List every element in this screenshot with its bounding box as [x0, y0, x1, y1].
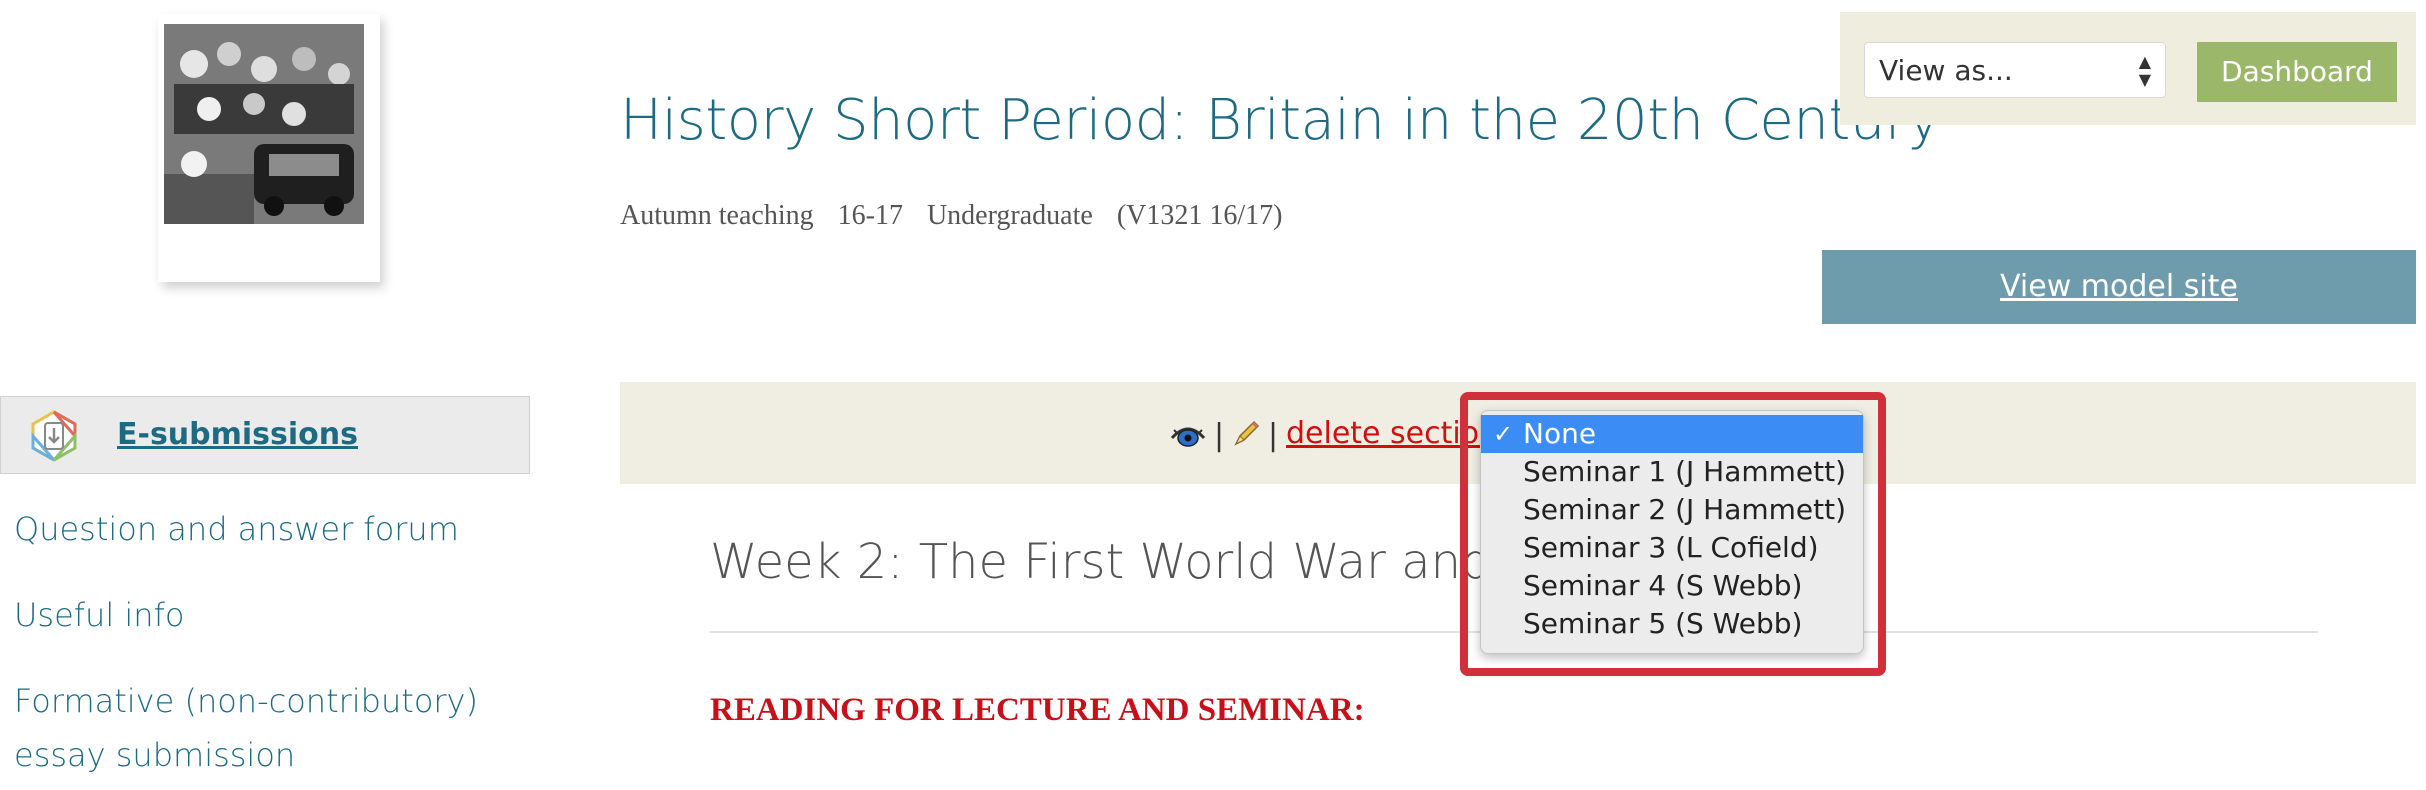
qa-forum-link[interactable]: Question and answer forum [14, 510, 459, 548]
meta-term: Autumn teaching [620, 200, 814, 231]
course-meta: Autumn teaching 16-17 Undergraduate (V1321 … [620, 200, 1306, 232]
highlight-annotation [1460, 392, 1886, 676]
course-photo [164, 24, 364, 224]
eye-icon[interactable] [1170, 422, 1206, 448]
view-model-site-button[interactable]: View model site [1822, 250, 2416, 324]
view-as-select[interactable]: View as... ▲ ▼ [1864, 42, 2166, 98]
course-logo-card [158, 14, 380, 282]
esubmissions-link[interactable]: E-submissions [0, 396, 530, 474]
pencil-icon[interactable] [1232, 418, 1262, 448]
page-title: History Short Period: Britain in the 20t… [620, 88, 1941, 153]
meta-code: (V1321 16/17) [1116, 200, 1283, 231]
view-controls-panel: View as... ▲ ▼ Dashboard [1840, 12, 2416, 125]
meta-year: 16-17 [837, 200, 903, 231]
week-heading: Week 2: The First World War and So [710, 534, 1567, 590]
dashboard-button[interactable]: Dashboard [2197, 42, 2397, 102]
separator: | [1268, 418, 1279, 453]
reading-heading: READING FOR LECTURE AND SEMINAR: [710, 692, 1365, 728]
meta-level: Undergraduate [926, 200, 1093, 231]
formative-essay-link[interactable]: Formative (non-contributory) [14, 682, 478, 720]
select-arrows-icon: ▲ ▼ [2138, 52, 2151, 89]
separator: | [1214, 418, 1225, 453]
useful-info-link[interactable]: Useful info [14, 596, 184, 634]
formative-essay-link-line2[interactable]: essay submission [14, 736, 295, 774]
esubmission-icon [31, 410, 77, 462]
esubmissions-label: E-submissions [117, 417, 358, 452]
view-as-value: View as... [1879, 54, 2013, 87]
